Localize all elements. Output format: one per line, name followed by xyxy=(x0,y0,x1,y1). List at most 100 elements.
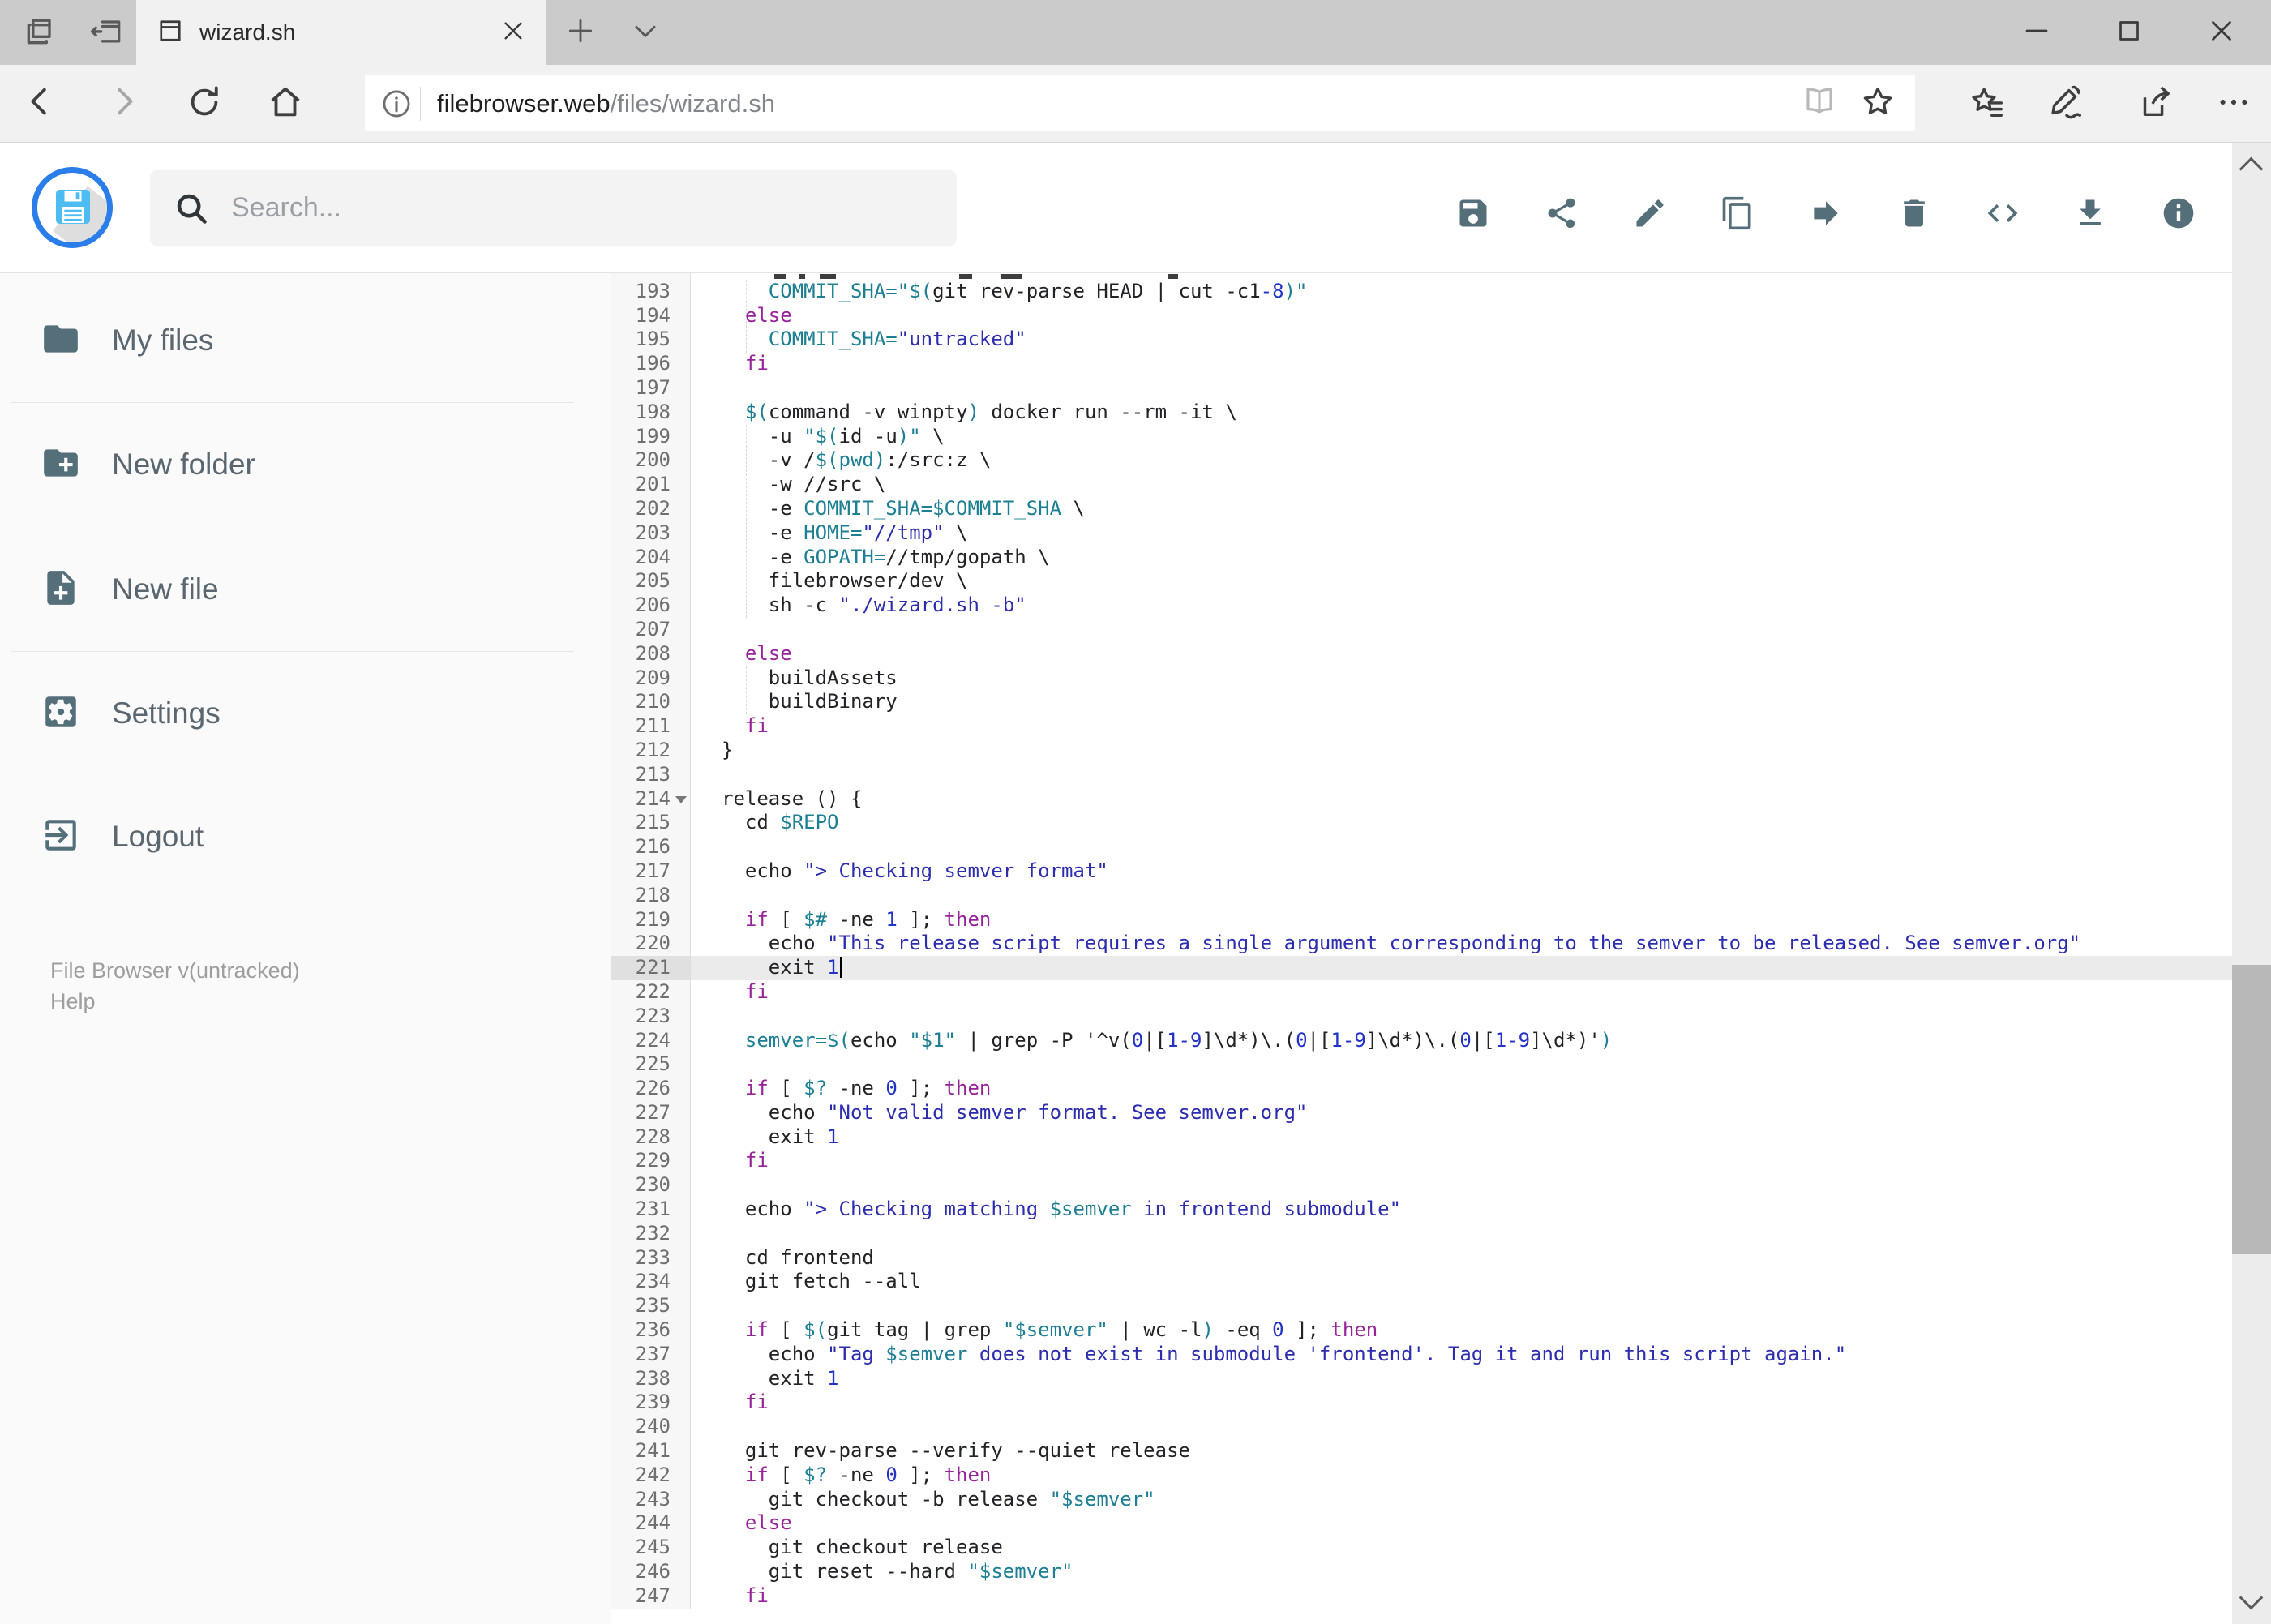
code-line-content[interactable]: -v /$(pwd):/src:z \ xyxy=(691,448,2232,473)
code-line-content[interactable]: cd $REPO xyxy=(691,811,2232,835)
code-line[interactable]: 226 if [ $? -ne 0 ]; then xyxy=(611,1077,2232,1101)
code-line-content[interactable] xyxy=(691,618,2232,642)
code-line-content[interactable]: buildBinary xyxy=(691,690,2232,714)
code-line[interactable]: 213 xyxy=(611,762,2232,787)
scroll-up-icon[interactable] xyxy=(2239,156,2264,182)
code-line[interactable]: 222 fi xyxy=(611,979,2232,1005)
site-info-icon[interactable] xyxy=(379,87,413,121)
hub-button[interactable] xyxy=(1952,71,2023,136)
scrollbar-thumb[interactable] xyxy=(2232,965,2271,1254)
close-window-button[interactable] xyxy=(2185,0,2258,65)
code-line[interactable]: 203 -e HOME="//tmp" \ xyxy=(611,521,2232,546)
download-button[interactable] xyxy=(2064,189,2116,241)
code-line-content[interactable]: -w //src \ xyxy=(691,473,2232,497)
code-line[interactable]: 223 xyxy=(611,1004,2232,1029)
forward-button[interactable] xyxy=(91,71,156,136)
annotate-button[interactable] xyxy=(2031,71,2102,136)
code-line-content[interactable]: echo "Tag $semver does not exist in subm… xyxy=(691,1343,2232,1367)
code-line-content[interactable]: else xyxy=(691,1511,2232,1536)
save-button[interactable] xyxy=(1447,189,1499,241)
code-line[interactable]: 236 if [ $(git tag | grep "$semver" | wc… xyxy=(611,1318,2232,1343)
code-line-content[interactable]: if [ $? -ne 0 ]; then xyxy=(691,1077,2232,1101)
code-line-content[interactable]: echo "> Checking semver format" xyxy=(691,859,2232,884)
code-line-content[interactable] xyxy=(691,1005,2232,1029)
code-line-content[interactable] xyxy=(691,763,2232,787)
code-line-content[interactable]: fi xyxy=(691,1149,2232,1173)
code-line[interactable]: 225 xyxy=(611,1052,2232,1078)
code-line[interactable]: 220 echo "This release script requires a… xyxy=(611,932,2232,957)
new-tab-button[interactable] xyxy=(548,0,613,65)
code-line-content[interactable] xyxy=(691,884,2232,908)
sidebar-item-my-files[interactable]: My files xyxy=(0,302,611,379)
code-line-content[interactable]: cd frontend xyxy=(691,1246,2232,1270)
fold-marker-icon[interactable] xyxy=(675,795,687,803)
sidebar-item-new-file[interactable]: New file xyxy=(0,551,611,628)
code-line-content[interactable]: echo "This release script requires a sin… xyxy=(691,932,2232,956)
filebrowser-logo[interactable] xyxy=(32,167,113,248)
code-line-content[interactable] xyxy=(691,1052,2232,1077)
code-line[interactable]: 218 xyxy=(611,883,2232,908)
code-line[interactable]: 201 -w //src \ xyxy=(611,473,2232,497)
code-line[interactable]: 200 -v /$(pwd):/src:z \ xyxy=(611,448,2232,473)
code-line[interactable]: 195 COMMIT_SHA="untracked" xyxy=(611,328,2232,353)
code-line-content[interactable]: sh -c "./wizard.sh -b" xyxy=(691,593,2232,618)
url-text[interactable]: filebrowser.web/files/wizard.sh xyxy=(437,89,775,118)
code-line-content[interactable]: git reset --hard "$semver" xyxy=(691,1560,2232,1584)
code-line[interactable]: 247 fi xyxy=(611,1583,2232,1609)
code-line-content[interactable]: else xyxy=(691,642,2232,666)
search-input[interactable] xyxy=(229,191,957,225)
code-line[interactable]: 235 xyxy=(611,1294,2232,1319)
code-line-content[interactable]: fi xyxy=(691,352,2232,376)
code-line-content[interactable] xyxy=(691,273,2232,280)
code-line-content[interactable]: exit 1 xyxy=(691,1125,2232,1150)
minimize-button[interactable] xyxy=(2000,0,2073,65)
code-line[interactable]: 210 buildBinary xyxy=(611,690,2232,715)
code-line-content[interactable]: git rev-parse --verify --quiet release xyxy=(691,1439,2232,1463)
move-button[interactable] xyxy=(1800,189,1852,241)
code-line-content[interactable]: fi xyxy=(691,980,2232,1005)
more-button[interactable] xyxy=(2198,71,2269,136)
code-line[interactable]: 199 -u "$(id -u)" \ xyxy=(611,424,2232,449)
code-line-content[interactable]: -e HOME="//tmp" \ xyxy=(691,521,2232,546)
set-tabs-aside-button[interactable] xyxy=(75,0,139,65)
code-line[interactable]: 205 filebrowser/dev \ xyxy=(611,569,2232,594)
reading-view-button[interactable] xyxy=(1790,79,1849,128)
code-line-content[interactable]: fi xyxy=(691,1390,2232,1415)
code-line-content[interactable]: COMMIT_SHA="$(git rev-parse HEAD | cut -… xyxy=(691,280,2232,304)
code-line[interactable]: 234 git fetch --all xyxy=(611,1270,2232,1295)
code-line-content[interactable] xyxy=(691,835,2232,859)
code-line[interactable]: 238 exit 1 xyxy=(611,1366,2232,1391)
code-line[interactable]: 233 cd frontend xyxy=(611,1245,2232,1270)
view-source-button[interactable] xyxy=(1977,189,2029,241)
info-button[interactable] xyxy=(2153,189,2205,241)
search-bar[interactable] xyxy=(150,170,957,246)
code-line[interactable]: 214 release () { xyxy=(611,786,2232,812)
code-line-content[interactable]: fi xyxy=(691,1584,2232,1609)
code-line[interactable]: 239 fi xyxy=(611,1390,2232,1416)
code-line-content[interactable]: release () { xyxy=(691,787,2232,812)
edit-button[interactable] xyxy=(1624,189,1676,241)
add-favorite-button[interactable] xyxy=(1849,79,1907,128)
code-line[interactable]: 245 git checkout release xyxy=(611,1536,2232,1561)
code-line[interactable]: 212} xyxy=(611,738,2232,763)
code-line-content[interactable] xyxy=(691,1173,2232,1198)
help-link[interactable]: Help xyxy=(50,987,96,1016)
code-line-content[interactable]: if [ $(git tag | grep "$semver" | wc -l)… xyxy=(691,1318,2232,1343)
code-line-content[interactable]: echo "> Checking matching $semver in fro… xyxy=(691,1198,2232,1222)
code-line-content[interactable]: semver=$(echo "$1" | grep -P '^v(0|[1-9]… xyxy=(691,1029,2232,1053)
code-line[interactable]: 194 else xyxy=(611,303,2232,328)
sidebar-item-logout[interactable]: Logout xyxy=(0,798,611,876)
sidebar-item-settings[interactable]: Settings xyxy=(0,675,611,752)
code-line-content[interactable]: if [ $# -ne 1 ]; then xyxy=(691,908,2232,932)
tabs-chevron-button[interactable] xyxy=(613,0,678,65)
tab-preview-button[interactable] xyxy=(8,0,73,65)
code-line-content[interactable]: git fetch --all xyxy=(691,1270,2232,1294)
sidebar-item-new-folder[interactable]: New folder xyxy=(0,426,611,503)
home-button[interactable] xyxy=(253,71,318,136)
address-bar[interactable]: filebrowser.web/files/wizard.sh xyxy=(365,75,1915,131)
code-line[interactable]: 230 xyxy=(611,1173,2232,1198)
code-line[interactable]: 229 fi xyxy=(611,1149,2232,1174)
code-line-content[interactable]: if [ $? -ne 0 ]; then xyxy=(691,1463,2232,1488)
code-line[interactable]: 246 git reset --hard "$semver" xyxy=(611,1560,2232,1584)
code-line[interactable]: 215 cd $REPO xyxy=(611,811,2232,836)
